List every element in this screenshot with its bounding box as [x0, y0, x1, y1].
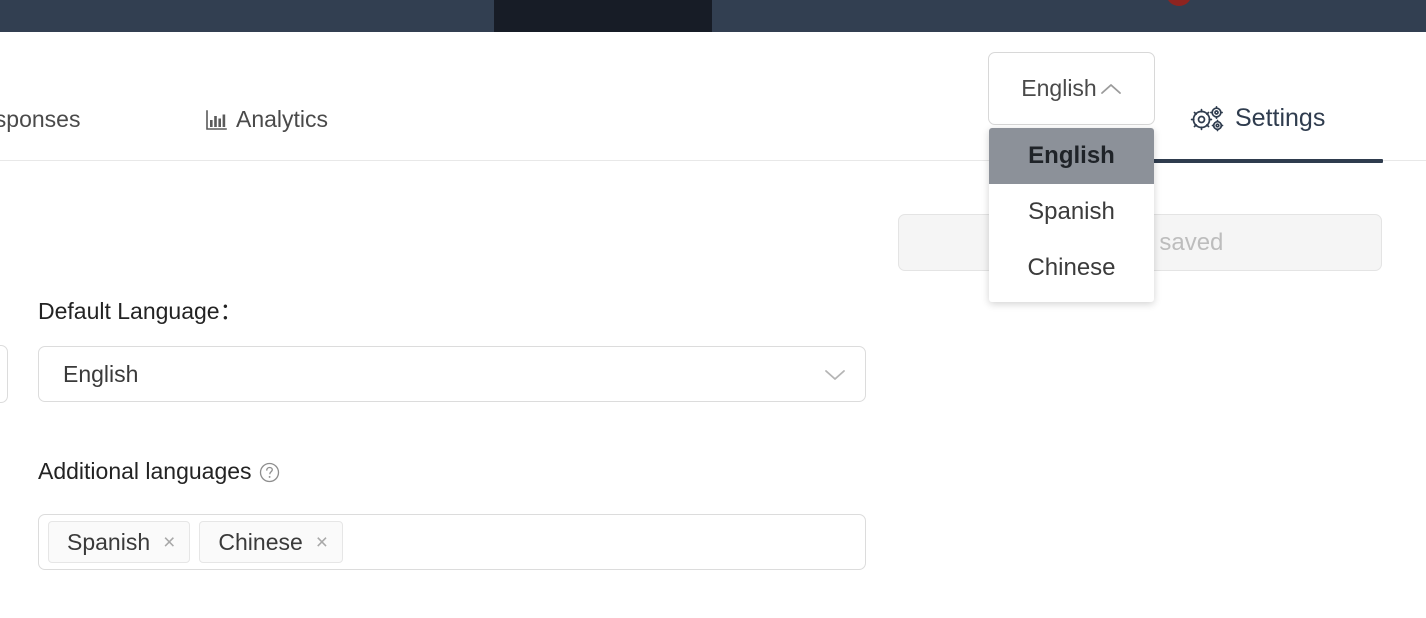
offscreen-panel-edge [0, 345, 8, 403]
chevron-down-icon [823, 367, 847, 382]
additional-languages-label-text: Additional languages [38, 458, 252, 484]
nav-tab-strip: esponses Analytics [0, 32, 1426, 163]
tab-responses-label: esponses [0, 106, 81, 132]
language-option-label: Spanish [1028, 198, 1115, 225]
gears-icon [1190, 105, 1226, 132]
app-screen: esponses Analytics [0, 0, 1426, 618]
tab-responses[interactable]: esponses [0, 106, 80, 133]
language-option-label: English [1028, 142, 1115, 169]
language-tag-label: Spanish [67, 528, 151, 555]
default-language-value: English [63, 360, 139, 387]
tab-analytics-label: Analytics [236, 106, 329, 132]
language-tag-spanish[interactable]: Spanish × [48, 521, 191, 563]
additional-languages-input[interactable]: Spanish × Chinese × [38, 514, 866, 570]
default-language-select[interactable]: English [38, 346, 866, 402]
tab-analytics[interactable]: Analytics [205, 106, 328, 133]
language-dropdown-menu: English Spanish Chinese [989, 128, 1154, 302]
remove-tag-icon[interactable]: × [316, 532, 328, 553]
language-option-spanish[interactable]: Spanish [989, 184, 1154, 240]
language-option-label: Chinese [1027, 254, 1116, 281]
default-language-label: Default Language： [38, 292, 243, 326]
question-circle-icon[interactable] [259, 460, 280, 483]
top-chrome-bar [0, 0, 1426, 32]
additional-languages-label: Additional languages [38, 458, 280, 485]
bar-chart-icon [205, 109, 227, 131]
language-tag-label: Chinese [218, 528, 303, 555]
language-switcher-label: English [1021, 75, 1097, 101]
language-tag-chinese[interactable]: Chinese × [199, 521, 344, 563]
default-language-label-text: Default Language： [38, 298, 243, 324]
notification-dot-icon [1166, 0, 1192, 6]
active-tab-region[interactable] [494, 0, 712, 32]
remove-tag-icon[interactable]: × [163, 532, 175, 553]
language-switcher-button[interactable]: English [988, 52, 1155, 125]
language-option-english[interactable]: English [989, 128, 1154, 184]
chevron-up-icon [1100, 82, 1122, 96]
tab-settings[interactable]: Settings [1190, 104, 1325, 133]
language-option-chinese[interactable]: Chinese [989, 240, 1154, 296]
tab-settings-label: Settings [1235, 104, 1326, 132]
